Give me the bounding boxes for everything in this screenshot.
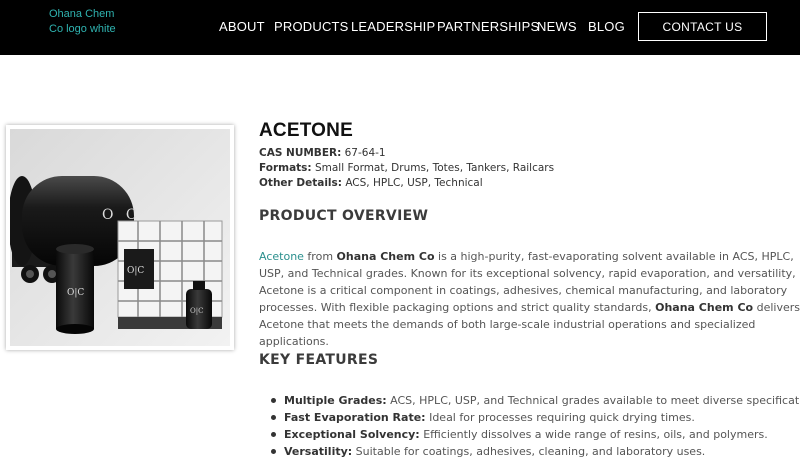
product-image: O C O|C O|C O|C xyxy=(6,125,234,350)
formats-label: Formats: xyxy=(259,162,312,174)
feature-text: Efficiently dissolves a wide range of re… xyxy=(419,428,768,441)
overview-text-1: from xyxy=(303,250,337,263)
product-containers-illustration: O C O|C O|C O|C xyxy=(10,129,230,346)
other-details: Other Details: ACS, HPLC, USP, Technical xyxy=(259,177,483,189)
product-overview-heading: PRODUCT OVERVIEW xyxy=(259,208,429,224)
brand-name: Ohana Chem Co xyxy=(655,301,754,314)
nav-partnerships[interactable]: PARTNERSHIPS xyxy=(437,19,539,34)
feature-text: ACS, HPLC, USP, and Technical grades ava… xyxy=(386,394,800,407)
contact-us-button[interactable]: CONTACT US xyxy=(638,12,767,41)
product-overview-text: Acetone from Ohana Chem Co is a high-pur… xyxy=(259,248,800,350)
list-item: Versatility: Suitable for coatings, adhe… xyxy=(270,443,800,460)
feature-label: Multiple Grades: xyxy=(284,394,387,407)
feature-label: Exceptional Solvency: xyxy=(284,428,420,441)
cas-number: CAS NUMBER: 67-64-1 xyxy=(259,147,386,159)
site-header: Ohana Chem Co logo white ABOUT PRODUCTS … xyxy=(0,0,800,55)
product-title: ACETONE xyxy=(259,120,353,141)
nav-news[interactable]: NEWS xyxy=(537,19,577,34)
list-item: Exceptional Solvency: Efficiently dissol… xyxy=(270,426,800,443)
svg-text:O|C: O|C xyxy=(190,307,203,315)
other-details-value: ACS, HPLC, USP, Technical xyxy=(345,177,483,189)
brand-name: Ohana Chem Co xyxy=(336,250,435,263)
feature-label: Versatility: xyxy=(284,445,353,458)
nav-blog[interactable]: BLOG xyxy=(588,19,625,34)
other-details-label: Other Details: xyxy=(259,177,342,189)
nav-leadership[interactable]: LEADERSHIP xyxy=(351,19,435,34)
feature-text: Suitable for coatings, adhesives, cleani… xyxy=(352,445,706,458)
cas-label: CAS NUMBER: xyxy=(259,147,342,159)
feature-label: Fast Evaporation Rate: xyxy=(284,411,426,424)
key-features-heading: KEY FEATURES xyxy=(259,352,379,368)
list-item: Fast Evaporation Rate: Ideal for process… xyxy=(270,409,800,426)
formats: Formats: Small Format, Drums, Totes, Tan… xyxy=(259,162,554,174)
nav-products[interactable]: PRODUCTS xyxy=(274,19,349,34)
formats-value: Small Format, Drums, Totes, Tankers, Rai… xyxy=(314,162,555,174)
acetone-link[interactable]: Acetone xyxy=(259,250,304,263)
svg-text:O|C: O|C xyxy=(127,266,144,276)
svg-text:O|C: O|C xyxy=(67,288,84,298)
nav-about[interactable]: ABOUT xyxy=(219,19,265,34)
feature-text: Ideal for processes requiring quick dryi… xyxy=(425,411,695,424)
list-item: Multiple Grades: ACS, HPLC, USP, and Tec… xyxy=(270,392,800,409)
cas-value: 67-64-1 xyxy=(344,147,386,159)
